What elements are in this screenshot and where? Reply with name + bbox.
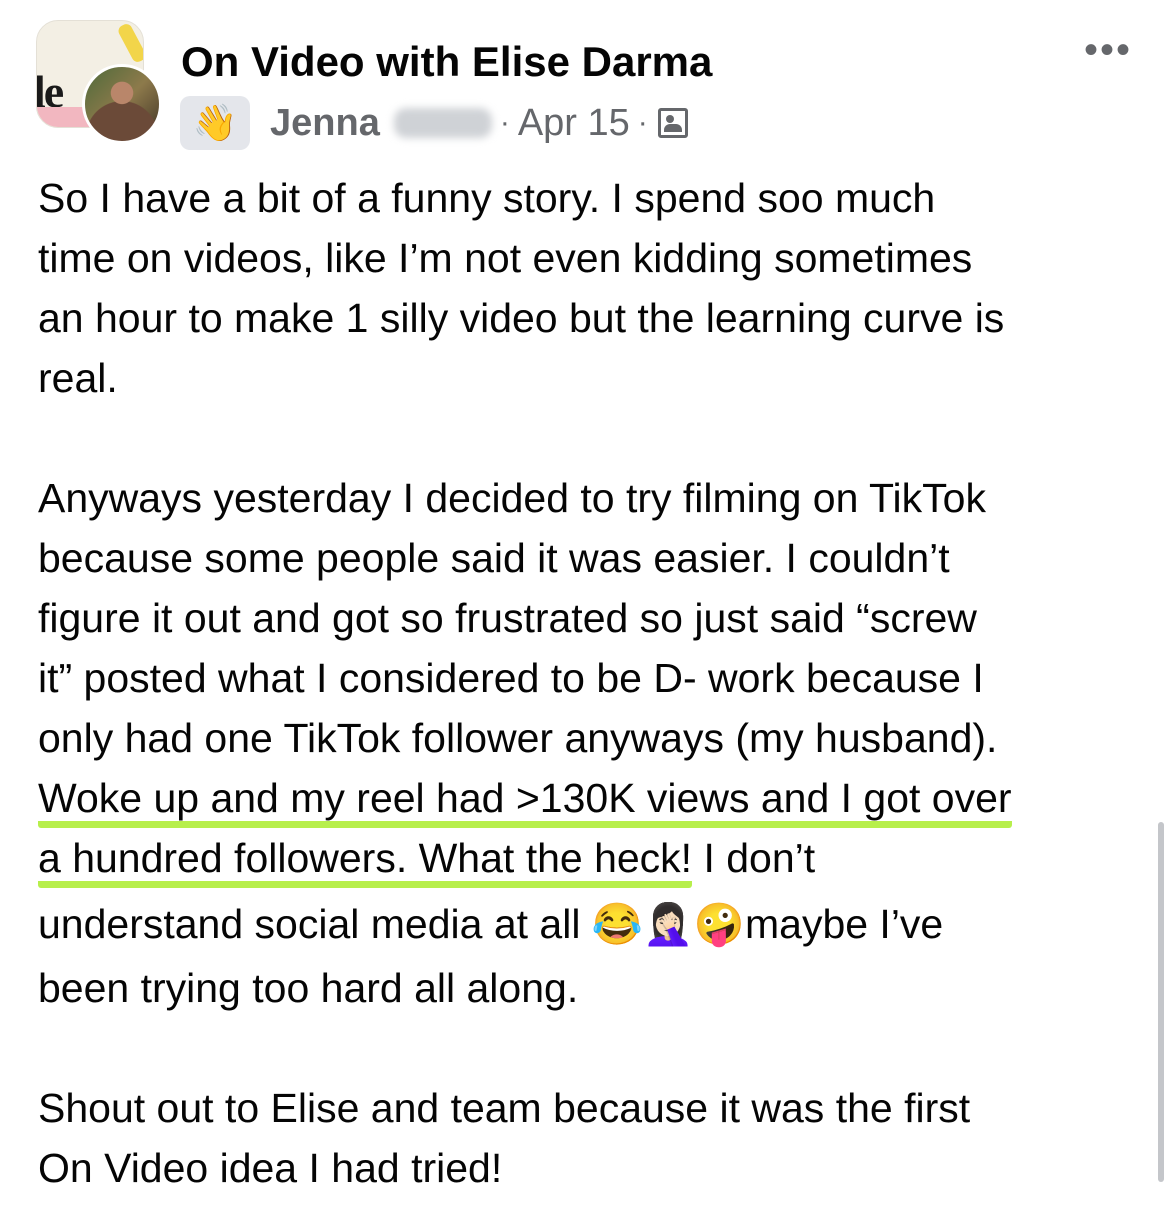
author-name-link[interactable]: Jenna bbox=[270, 102, 380, 145]
text-line: figure it out and got so frustrated so j… bbox=[38, 595, 977, 641]
post-meta: 👋 Jenna · Apr 15 · bbox=[180, 96, 688, 150]
text-line: So I have a bit of a funny story. I spen… bbox=[38, 175, 936, 221]
more-options-button[interactable]: ••• bbox=[1080, 28, 1136, 72]
post-date-link[interactable]: Apr 15 bbox=[518, 102, 630, 145]
meta-separator: · bbox=[637, 106, 648, 139]
group-name-link[interactable]: On Video with Elise Darma bbox=[181, 38, 712, 86]
text-line: Anyways yesterday I decided to try filmi… bbox=[38, 475, 986, 521]
text-fragment: I don’t bbox=[692, 835, 816, 881]
text-line: only had one TikTok follower anyways (my… bbox=[38, 715, 998, 761]
meta-separator: · bbox=[499, 106, 510, 139]
text-fragment: understand social media at all bbox=[38, 901, 592, 947]
text-line: an hour to make 1 silly video but the le… bbox=[38, 295, 1005, 341]
author-avatar[interactable] bbox=[82, 64, 162, 144]
highlighted-text: Woke up and my reel had >130K views and … bbox=[38, 775, 1012, 828]
text-line: understand social media at all 😂🤦🏻‍♀️🤪ma… bbox=[38, 894, 1138, 958]
emoji-group: 😂🤦🏻‍♀️🤪 bbox=[591, 901, 745, 947]
author-surname-blurred bbox=[393, 108, 492, 138]
text-line: because some people said it was easier. … bbox=[38, 535, 950, 581]
text-line: time on videos, like I’m not even kiddin… bbox=[38, 235, 973, 281]
post-body: So I have a bit of a funny story. I spen… bbox=[38, 168, 1138, 1198]
group-members-icon bbox=[657, 108, 688, 138]
scrollbar[interactable] bbox=[1158, 822, 1164, 1182]
text-line: real. bbox=[38, 355, 118, 401]
logo-decoration bbox=[116, 22, 143, 64]
text-line: Shout out to Elise and team because it w… bbox=[38, 1085, 971, 1131]
post-card: le On Video with Elise Darma 👋 Jenna · A… bbox=[0, 0, 1170, 1224]
text-line: been trying too hard all along. bbox=[38, 965, 579, 1011]
text-line: it” posted what I considered to be D- wo… bbox=[38, 655, 984, 701]
text-fragment: maybe I’ve bbox=[744, 901, 944, 947]
highlighted-text: a hundred followers. What the heck! bbox=[38, 835, 693, 888]
waving-hand-icon[interactable]: 👋 bbox=[180, 96, 250, 150]
highlighted-line: Woke up and my reel had >130K views and … bbox=[38, 768, 1138, 828]
highlighted-line: a hundred followers. What the heck! I do… bbox=[38, 828, 1138, 888]
text-line: On Video idea I had tried! bbox=[38, 1145, 503, 1191]
